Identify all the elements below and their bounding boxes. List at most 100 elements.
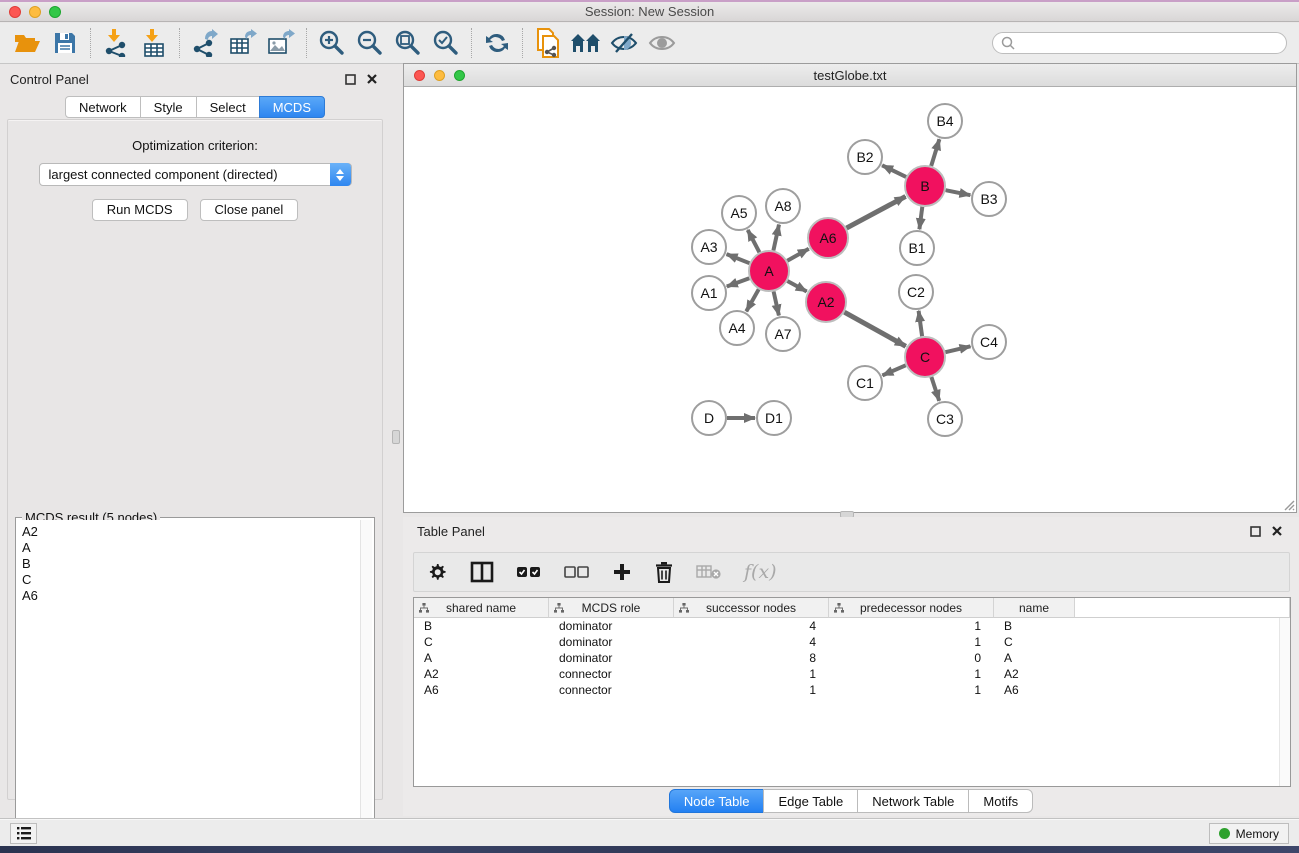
select-all-columns-icon[interactable] [516, 558, 542, 586]
table-tab-network-table[interactable]: Network Table [857, 789, 969, 813]
close-panel-icon[interactable] [364, 71, 380, 87]
cell-MCDS-role[interactable]: dominator [549, 650, 674, 666]
network-zoom-button[interactable] [454, 70, 465, 81]
cell-predecessor-nodes[interactable]: 1 [829, 682, 994, 698]
refresh-view-icon[interactable] [478, 26, 516, 60]
column-header-MCDS-role[interactable]: MCDS role [549, 598, 674, 618]
zoom-fit-icon[interactable] [389, 26, 427, 60]
network-close-button[interactable] [414, 70, 425, 81]
import-network-icon[interactable] [97, 26, 135, 60]
cell-shared-name[interactable]: B [414, 618, 549, 634]
result-item-c[interactable]: C [20, 572, 358, 588]
cell-MCDS-role[interactable]: connector [549, 666, 674, 682]
cell-name[interactable]: A [994, 650, 1075, 666]
cell-predecessor-nodes[interactable]: 0 [829, 650, 994, 666]
cell-MCDS-role[interactable]: dominator [549, 634, 674, 650]
panel-menu-button[interactable] [10, 823, 37, 844]
cell-successor-nodes[interactable]: 4 [674, 618, 829, 634]
edge-C-C3[interactable] [931, 377, 939, 401]
tab-style[interactable]: Style [140, 96, 197, 118]
welcome-screen-icon[interactable] [567, 26, 605, 60]
cell-successor-nodes[interactable]: 8 [674, 650, 829, 666]
edge-A2-C[interactable] [844, 312, 905, 346]
open-file-icon[interactable] [8, 26, 46, 60]
cell-predecessor-nodes[interactable]: 1 [829, 618, 994, 634]
edge-A-A1[interactable] [727, 278, 750, 286]
memory-button[interactable]: Memory [1209, 823, 1289, 844]
import-table-icon[interactable] [135, 26, 173, 60]
table-settings-gear-icon[interactable] [426, 558, 448, 586]
cell-shared-name[interactable]: A6 [414, 682, 549, 698]
cell-name[interactable]: A6 [994, 682, 1075, 698]
zoom-window-button[interactable] [49, 6, 61, 18]
edge-B-B4[interactable] [931, 139, 939, 166]
cell-MCDS-role[interactable]: connector [549, 682, 674, 698]
result-item-a2[interactable]: A2 [20, 524, 358, 540]
cell-MCDS-role[interactable]: dominator [549, 618, 674, 634]
table-tab-motifs[interactable]: Motifs [968, 789, 1033, 813]
network-canvas[interactable]: B4B2BB3A8A5A6A3B1AC2A1A2A4A7C4CC1C3DD1 [404, 87, 1296, 512]
edge-B-B1[interactable] [919, 207, 922, 229]
table-tab-node-table[interactable]: Node Table [669, 789, 765, 813]
cell-successor-nodes[interactable]: 4 [674, 634, 829, 650]
cell-predecessor-nodes[interactable]: 1 [829, 666, 994, 682]
float-panel-icon[interactable] [342, 71, 358, 87]
cell-shared-name[interactable]: C [414, 634, 549, 650]
add-column-icon[interactable] [612, 558, 632, 586]
criterion-dropdown[interactable]: largest connected component (directed) [39, 163, 352, 186]
close-window-button[interactable] [9, 6, 21, 18]
cell-name[interactable]: B [994, 618, 1075, 634]
cell-successor-nodes[interactable]: 1 [674, 682, 829, 698]
run-mcds-button[interactable]: Run MCDS [92, 199, 188, 221]
hide-graphics-details-icon[interactable] [605, 26, 643, 60]
column-header-predecessor-nodes[interactable]: predecessor nodes [829, 598, 994, 618]
minimize-window-button[interactable] [29, 6, 41, 18]
cell-name[interactable]: C [994, 634, 1075, 650]
cell-predecessor-nodes[interactable]: 1 [829, 634, 994, 650]
cell-shared-name[interactable]: A [414, 650, 549, 666]
edge-B-B2[interactable] [882, 165, 906, 177]
float-table-panel-icon[interactable] [1247, 523, 1263, 539]
edge-A-A6[interactable] [787, 249, 809, 261]
edge-A-A4[interactable] [746, 289, 758, 311]
export-network-icon[interactable] [186, 26, 224, 60]
result-item-b[interactable]: B [20, 556, 358, 572]
edge-A-A7[interactable] [774, 292, 779, 316]
cell-name[interactable]: A2 [994, 666, 1075, 682]
result-item-a6[interactable]: A6 [20, 588, 358, 604]
column-header-shared-name[interactable]: shared name [414, 598, 549, 618]
delete-columns-trash-icon[interactable] [654, 558, 674, 586]
search-input[interactable] [1015, 36, 1278, 50]
edge-C-C2[interactable] [919, 311, 923, 336]
edge-A-A5[interactable] [748, 230, 760, 252]
tab-select[interactable]: Select [196, 96, 260, 118]
edge-C-C4[interactable] [945, 346, 970, 352]
resize-grip-icon[interactable] [1281, 497, 1295, 511]
table-scrollbar[interactable] [1279, 618, 1290, 786]
edge-B-B3[interactable] [946, 190, 971, 195]
zoom-selected-icon[interactable] [427, 26, 465, 60]
zoom-in-icon[interactable] [313, 26, 351, 60]
save-session-icon[interactable] [46, 26, 84, 60]
close-table-panel-icon[interactable] [1269, 523, 1285, 539]
column-header-successor-nodes[interactable]: successor nodes [674, 598, 829, 618]
split-columns-icon[interactable] [470, 558, 494, 586]
result-list-scrollbar[interactable] [360, 520, 372, 849]
network-minimize-button[interactable] [434, 70, 445, 81]
edge-A-A3[interactable] [727, 254, 750, 263]
cell-successor-nodes[interactable]: 1 [674, 666, 829, 682]
search-field[interactable] [992, 32, 1287, 54]
new-network-from-selection-icon[interactable] [529, 26, 567, 60]
vertical-splitter-handle[interactable] [392, 430, 400, 444]
zoom-out-icon[interactable] [351, 26, 389, 60]
edge-A6-B[interactable] [847, 196, 906, 228]
deselect-all-columns-icon[interactable] [564, 558, 590, 586]
edge-A-A2[interactable] [787, 281, 806, 292]
edge-A-A8[interactable] [773, 225, 779, 251]
close-panel-button[interactable]: Close panel [200, 199, 299, 221]
edge-C-C1[interactable] [882, 365, 905, 375]
export-image-icon[interactable] [262, 26, 300, 60]
tab-network[interactable]: Network [65, 96, 141, 118]
export-table-icon[interactable] [224, 26, 262, 60]
column-header-name[interactable]: name [994, 598, 1075, 618]
